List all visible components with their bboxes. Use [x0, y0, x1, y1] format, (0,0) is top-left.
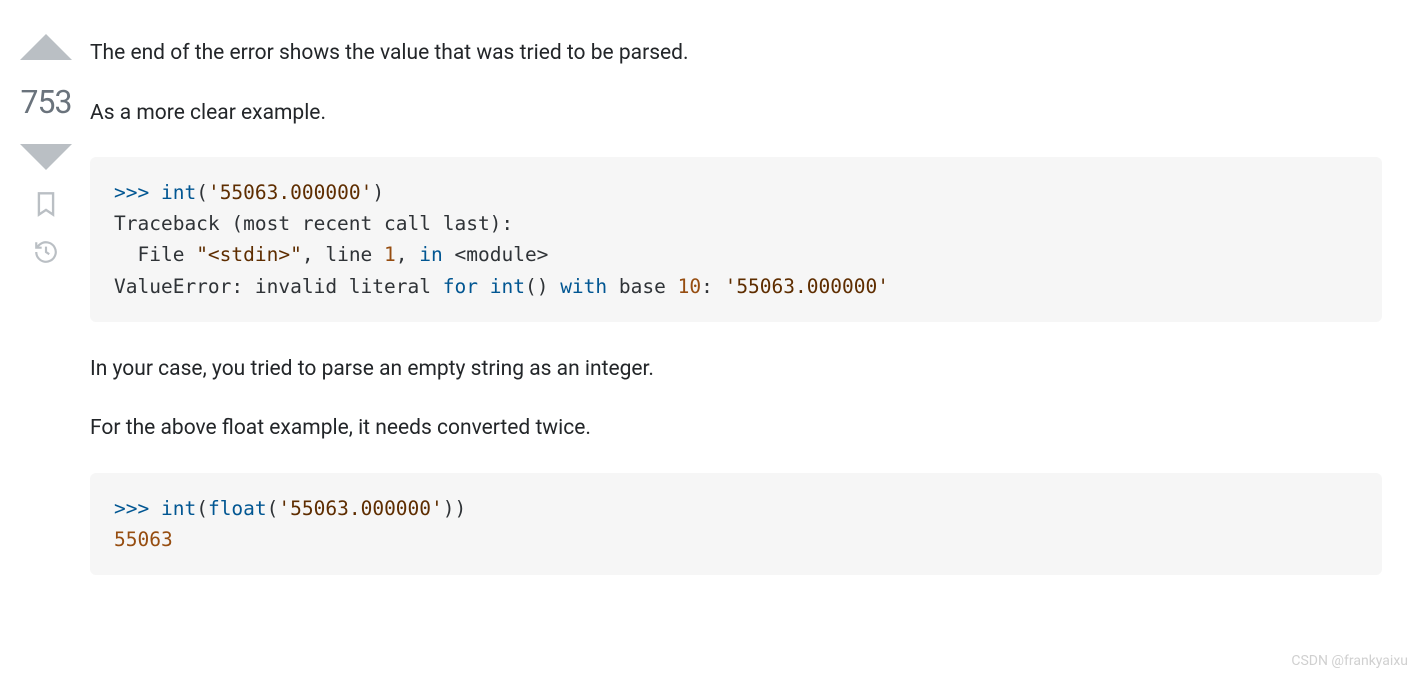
vote-score: 753: [21, 78, 72, 126]
upvote-button[interactable]: [20, 34, 72, 60]
bookmark-icon: [35, 191, 57, 217]
paragraph-2: As a more clear example.: [90, 98, 1382, 130]
timeline-button[interactable]: [32, 238, 60, 266]
paragraph-3: In your case, you tried to parse an empt…: [90, 354, 1382, 386]
paragraph-4: For the above float example, it needs co…: [90, 413, 1382, 445]
code-block-1: >>> int('55063.000000') Traceback (most …: [90, 157, 1382, 322]
watermark: CSDN @frankyaixu: [1291, 651, 1408, 672]
downvote-button[interactable]: [20, 144, 72, 170]
bookmark-button[interactable]: [32, 190, 60, 218]
paragraph-1: The end of the error shows the value tha…: [90, 38, 1382, 70]
code-block-2: >>> int(float('55063.000000')) 55063: [90, 473, 1382, 575]
history-icon: [33, 239, 59, 265]
